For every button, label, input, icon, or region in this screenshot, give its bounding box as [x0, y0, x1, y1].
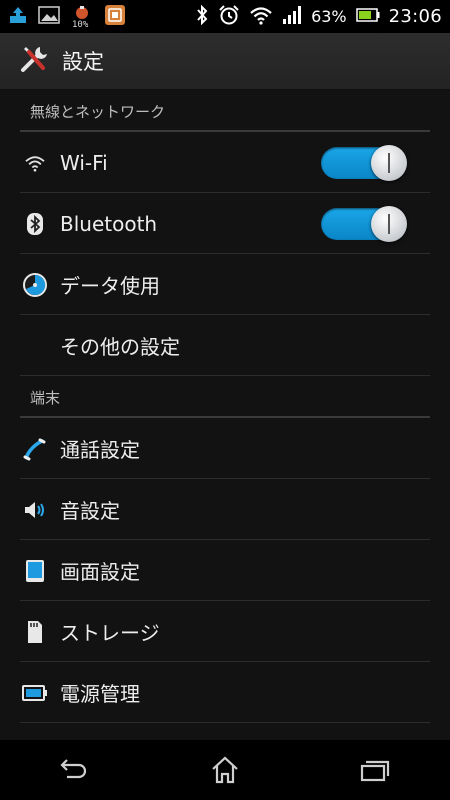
- wifi-icon: [249, 5, 273, 29]
- battery-icon: [355, 7, 380, 27]
- toggle-knob: [371, 205, 407, 242]
- recent-apps-button[interactable]: [335, 740, 415, 800]
- tools-icon: [18, 43, 50, 79]
- recent-apps-icon: [360, 760, 390, 782]
- data-usage-icon: [0, 254, 56, 315]
- back-button[interactable]: [35, 740, 115, 800]
- signal-icon: [282, 5, 302, 29]
- back-icon: [60, 759, 87, 779]
- upload-icon: [8, 5, 28, 29]
- settings-item-sound-settings[interactable]: 音設定: [0, 479, 450, 540]
- settings-item-other-settings[interactable]: その他の設定: [0, 315, 450, 376]
- settings-item-label: データ使用: [60, 274, 160, 298]
- alarm-clock-icon: [218, 4, 240, 30]
- bluetooth-icon: [0, 193, 56, 254]
- bluetooth-toggle[interactable]: [321, 205, 407, 242]
- toggle-knob: [371, 144, 407, 181]
- settings-item-bluetooth[interactable]: Bluetooth: [0, 193, 450, 254]
- settings-item-call-settings[interactable]: 通話設定: [0, 418, 450, 479]
- app-icon: [104, 4, 126, 30]
- settings-item-storage[interactable]: ストレージ: [0, 601, 450, 662]
- settings-item-label: 通話設定: [60, 438, 140, 462]
- section-header-wireless: 無線とネットワーク: [0, 90, 450, 132]
- settings-item-display-settings[interactable]: 画面設定: [0, 540, 450, 601]
- clock: 23:06: [388, 6, 442, 27]
- settings-item-label: ストレージ: [60, 621, 160, 645]
- settings-item-label: その他の設定: [60, 335, 180, 359]
- status-bar: 10% 63% 23:06: [0, 0, 450, 33]
- home-button[interactable]: [185, 740, 265, 800]
- settings-item-label: Bluetooth: [60, 211, 158, 236]
- notification-badge-text: 10%: [72, 19, 89, 30]
- settings-item-label: 音設定: [60, 499, 120, 523]
- navigation-bar: [0, 740, 450, 800]
- bluetooth-icon: [195, 4, 209, 30]
- settings-item-wifi[interactable]: Wi-Fi: [0, 132, 450, 193]
- phone-icon: [0, 418, 56, 479]
- battery-icon: [0, 662, 56, 723]
- section-header-device: 端末: [0, 376, 450, 418]
- settings-list: 無線とネットワーク Wi-Fi Bluetooth データ使用 その他の設定 端…: [0, 90, 450, 740]
- action-bar: 設定: [0, 33, 450, 90]
- speaker-icon: [0, 479, 56, 540]
- home-icon: [212, 756, 238, 784]
- settings-item-label: 電源管理: [60, 682, 140, 706]
- wifi-icon: [0, 132, 56, 193]
- alarm-badge-icon: 10%: [70, 5, 94, 30]
- sd-card-icon: [0, 601, 56, 662]
- settings-item-data-usage[interactable]: データ使用: [0, 254, 450, 315]
- wifi-toggle[interactable]: [321, 144, 407, 181]
- image-icon: [38, 5, 60, 29]
- display-icon: [0, 540, 56, 601]
- settings-item-label: Wi-Fi: [60, 150, 108, 175]
- settings-item-power-management[interactable]: 電源管理: [0, 662, 450, 723]
- settings-item-label: 画面設定: [60, 560, 140, 584]
- page-title: 設定: [62, 50, 104, 74]
- battery-percent: 63%: [311, 7, 347, 26]
